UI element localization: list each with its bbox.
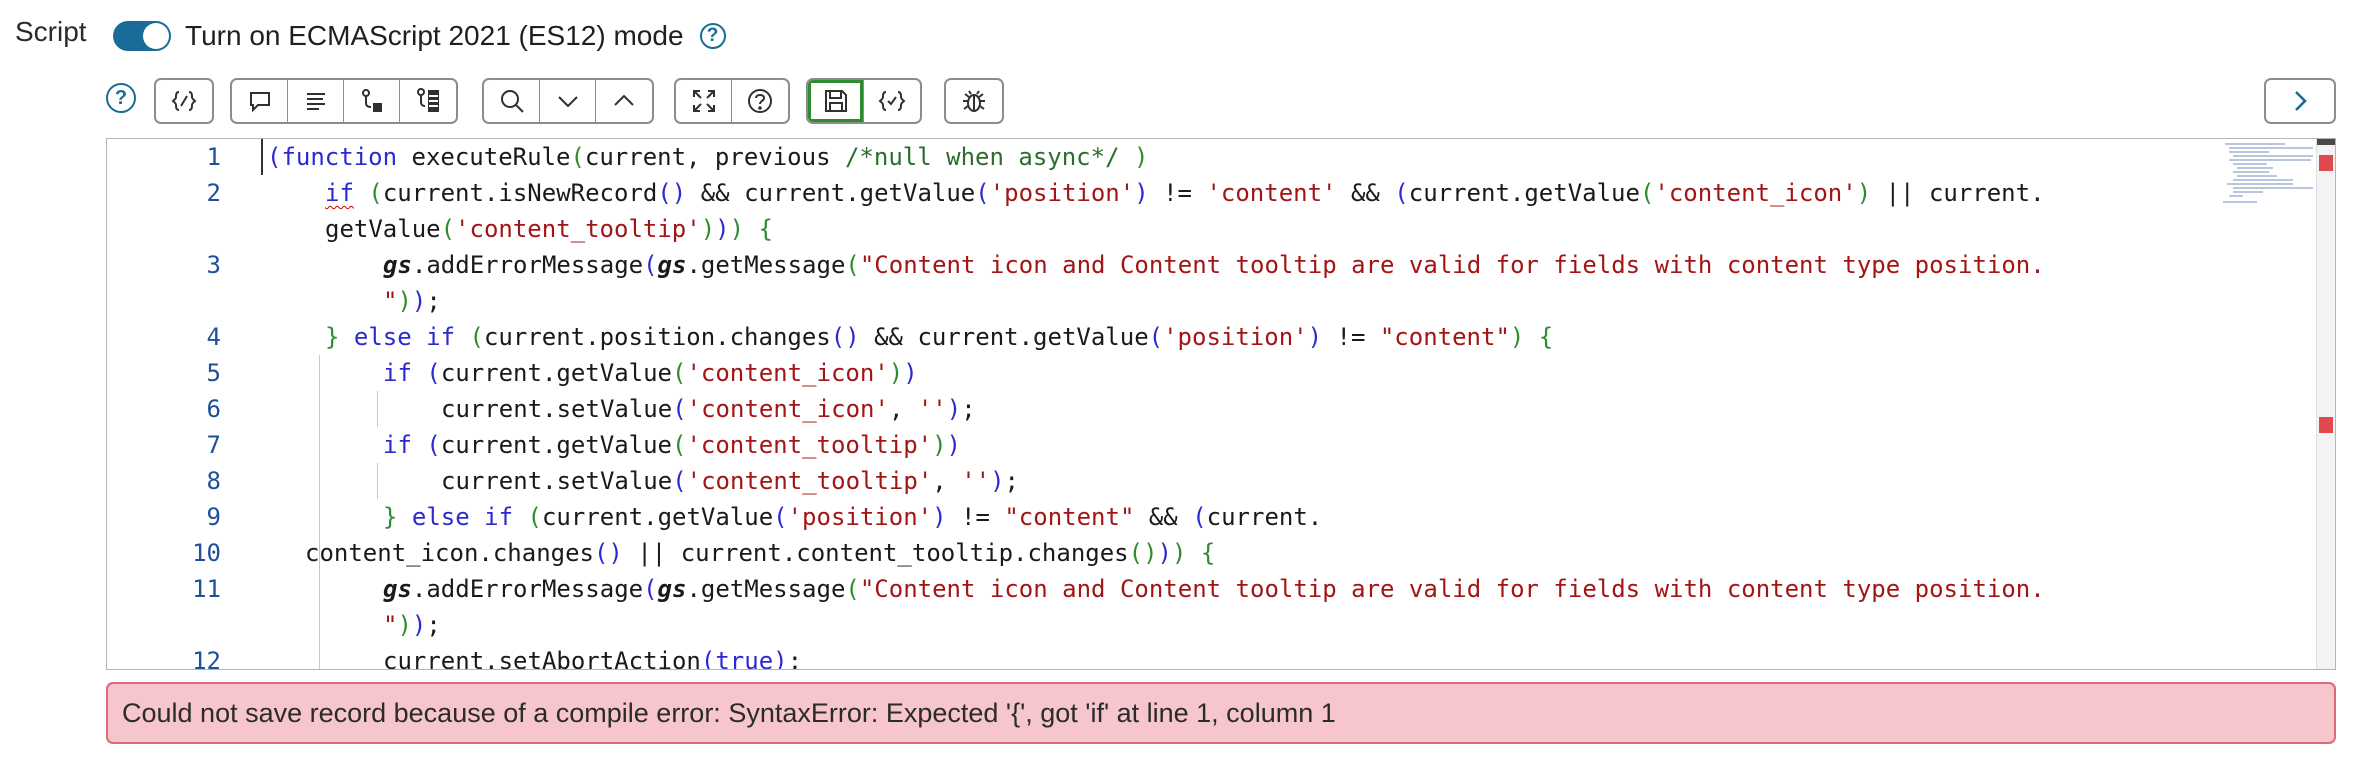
code-line-3: gs.addErrorMessage(gs.getMessage("Conten… [383,251,2045,279]
indent-guide [377,463,378,499]
code-line-7: if (current.getValue('content_tooltip')) [383,431,961,459]
line-number: 5 [206,359,221,387]
es-mode-toggle[interactable] [113,21,171,51]
toolbar-group-view [674,78,790,124]
syntax-check-icon[interactable] [864,80,920,122]
error-message-banner: Could not save record because of a compi… [106,682,2336,744]
code-line-11: gs.addErrorMessage(gs.getMessage("Conten… [383,575,2045,603]
minimap-line [2225,143,2285,145]
minimap-line [2229,151,2269,153]
toolbar-group-insert [154,78,214,124]
toolbar-group-search [482,78,654,124]
error-message-text: Could not save record because of a compi… [122,697,1336,728]
next-panel-button[interactable] [2264,78,2336,124]
chevron-down-icon[interactable] [540,80,596,122]
line-number: 4 [206,323,221,351]
es-mode-label: Turn on ECMAScript 2021 (ES12) mode [185,20,684,51]
minimap-line [2229,195,2243,197]
line-number: 12 [192,647,221,670]
code-line-11-wrap: ")); [383,611,441,639]
replace-icon[interactable] [344,80,400,122]
minimap-line [2233,191,2263,193]
editor-scrollbar[interactable] [2316,139,2335,669]
minimap-line [2237,175,2277,177]
scroll-thumb[interactable] [2317,139,2335,145]
fullscreen-icon[interactable] [676,80,732,122]
code-line-4: } else if (current.position.changes() &&… [325,323,1554,351]
es-mode-help-icon[interactable]: ? [699,23,726,49]
line-number-gutter: 1 2 3 4 5 6 7 8 9 10 11 12 [107,139,261,669]
line-number: 9 [206,503,221,531]
minimap-line [2223,201,2257,203]
code-line-2: if (current.isNewRecord() && current.get… [325,179,2045,207]
minimap-line [2233,171,2269,173]
code-minimap[interactable] [2221,139,2317,669]
debug-icon[interactable] [946,80,1002,122]
line-number: 7 [206,431,221,459]
chevron-up-icon[interactable] [596,80,652,122]
error-marker[interactable] [2319,155,2333,171]
code-line-12: current.setAbortAction(true); [383,647,803,670]
help-icon[interactable] [732,80,788,122]
indent-guide [377,391,378,427]
line-number: 11 [192,575,221,603]
text-cursor [261,139,263,175]
format-icon[interactable] [288,80,344,122]
minimap-line [2233,163,2267,165]
minimap-line [2233,187,2313,189]
minimap-line [2233,179,2293,181]
line-number: 10 [192,539,221,567]
code-line-8: current.setValue('content_tooltip', ''); [441,467,1019,495]
replace-all-icon[interactable] [400,80,456,122]
es-mode-row: Turn on ECMAScript 2021 (ES12) mode ? [113,20,726,52]
line-number: 8 [206,467,221,495]
code-area[interactable]: (function executeRule(current, previous … [261,139,2249,669]
search-icon[interactable] [484,80,540,122]
code-line-10: content_icon.changes() || current.conten… [305,539,1216,567]
comment-icon[interactable] [232,80,288,122]
code-line-5: if (current.getValue('content_icon')) [383,359,918,387]
code-line-1: (function executeRule(current, previous … [267,143,1149,171]
code-line-6: current.setValue('content_icon', ''); [441,395,976,423]
toolbar-help-icon[interactable]: ? [106,83,136,113]
error-marker[interactable] [2319,417,2333,433]
script-field-label: Script [15,16,87,47]
editor-toolbar: ? [106,78,2336,126]
toolbar-group-edit [230,78,458,124]
save-icon[interactable] [808,80,864,122]
toolbar-group-save [806,78,922,124]
minimap-line [2229,147,2313,149]
code-line-3-wrap: ")); [383,287,441,315]
minimap-line [2237,167,2273,169]
line-number: 1 [206,143,221,171]
indent-guide [319,355,320,669]
chevron-right-icon [2295,91,2307,111]
toggle-knob [143,23,169,49]
line-number: 2 [206,179,221,207]
minimap-line [2229,159,2311,161]
code-editor[interactable]: 1 2 3 4 5 6 7 8 9 10 11 12 (function exe… [106,138,2336,670]
minimap-line [2233,155,2313,157]
code-line-9: } else if (current.getValue('position') … [383,503,1323,531]
line-number: 3 [206,251,221,279]
line-number: 6 [206,395,221,423]
minimap-line [2227,183,2293,185]
toolbar-group-debug [944,78,1004,124]
code-line-2-wrap: getValue('content_tooltip'))) { [325,215,773,243]
script-include-icon[interactable] [156,80,212,122]
